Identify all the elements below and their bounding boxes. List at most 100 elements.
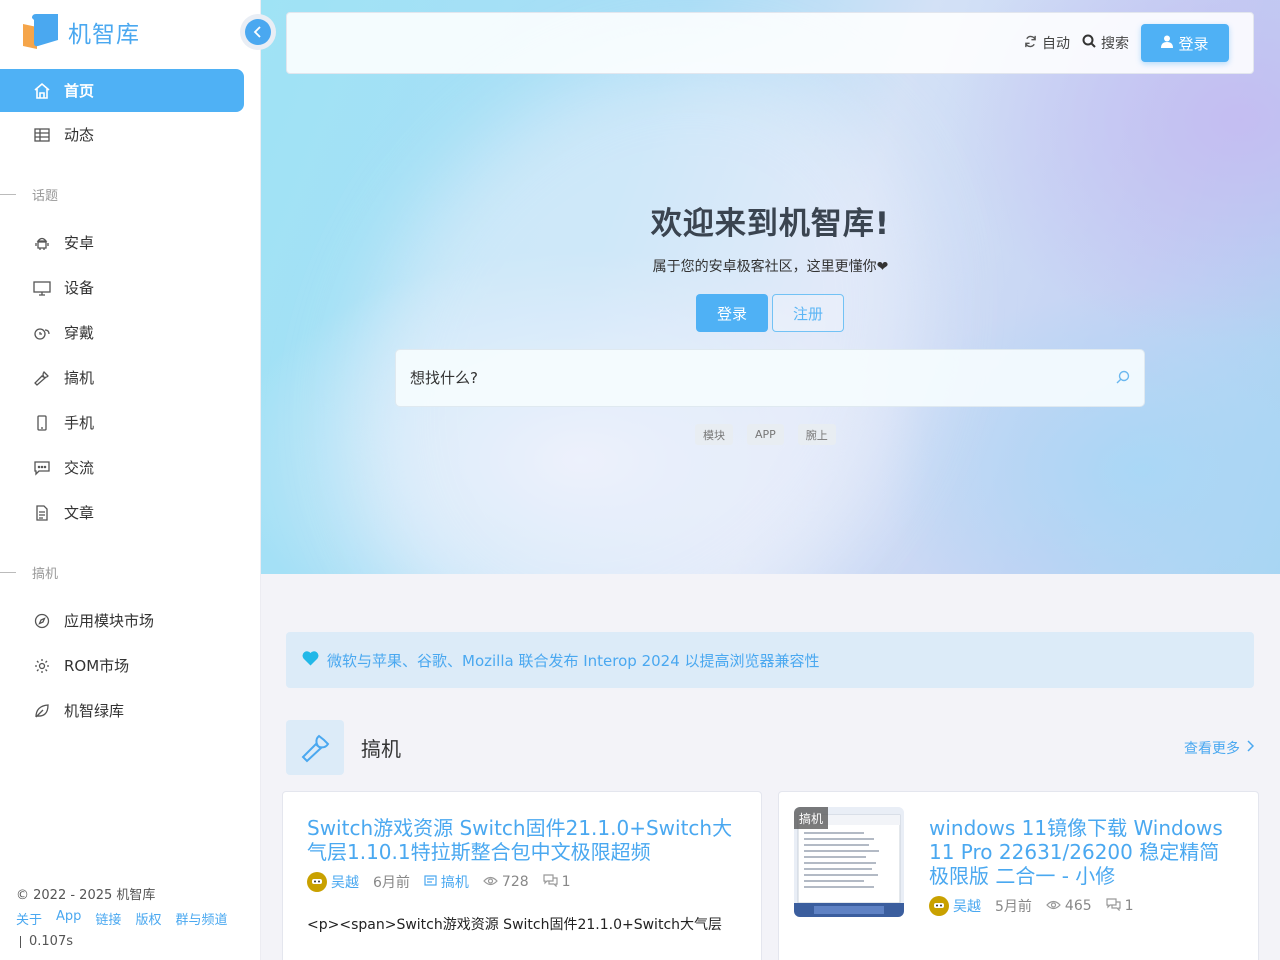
post-title[interactable]: windows 11镜像下载 Windows 11 Pro 22631/2620… xyxy=(929,816,1239,888)
hero-tag[interactable]: APP xyxy=(747,424,784,445)
theme-toggle[interactable]: 自动 xyxy=(1024,33,1070,53)
sidebar-item-label: 安卓 xyxy=(64,234,95,252)
sidebar-item-label: 穿戴 xyxy=(64,324,95,342)
sidebar-item-label: 应用模块市场 xyxy=(64,612,155,630)
topbar-login-button[interactable]: 登录 xyxy=(1141,24,1229,62)
wrench-icon xyxy=(286,720,344,775)
hero-subtitle: 属于您的安卓极客社区，这里更懂你❤ xyxy=(652,259,889,275)
sidebar-item-label: 首页 xyxy=(64,82,95,100)
book-logo-icon xyxy=(20,12,60,52)
notice-text: 微软与苹果、谷歌、Mozilla 联合发布 Interop 2024 以提高浏览… xyxy=(327,651,820,670)
sidebar-item-green-library[interactable]: 机智绿库 xyxy=(0,689,244,732)
chat-icon xyxy=(32,458,52,478)
refresh-icon xyxy=(1024,35,1037,52)
footer-link-app[interactable]: App xyxy=(56,909,81,928)
footer-link-links[interactable]: 链接 xyxy=(95,909,121,928)
table-icon xyxy=(32,125,52,145)
hero-login-button[interactable]: 登录 xyxy=(696,294,768,332)
post-title[interactable]: Switch游戏资源 Switch固件21.1.0+Switch大气层1.10.… xyxy=(307,816,737,864)
home-icon xyxy=(32,81,52,101)
sidebar-item-wearables[interactable]: 穿戴 xyxy=(0,311,244,354)
sidebar-collapse-button[interactable] xyxy=(240,14,276,50)
sidebar-item-rom-market[interactable]: ROM市场 xyxy=(0,644,244,687)
hero-register-button[interactable]: 注册 xyxy=(772,294,844,332)
footer-links: 关于 App 链接 版权 群与频道 xyxy=(16,909,227,928)
avatar xyxy=(307,872,327,892)
post-card[interactable]: 搞机 windows 11镜像下载 Windows 11 Pro 22631/2… xyxy=(778,791,1259,960)
hero-tag[interactable]: 腕上 xyxy=(797,424,836,445)
user-icon xyxy=(1161,34,1174,52)
search-input[interactable] xyxy=(410,369,1116,387)
section-title: 搞机 xyxy=(361,737,401,761)
post-meta: 吴越 5月前 465 1 xyxy=(929,896,1239,916)
sidebar-item-android[interactable]: 安卓 xyxy=(0,221,244,264)
search-icon xyxy=(1082,34,1096,52)
hero-banner xyxy=(261,0,1280,574)
document-icon xyxy=(32,503,52,523)
top-bar: 自动 搜索 登录 xyxy=(286,12,1254,74)
hero-title: 欢迎来到机智库! xyxy=(650,206,891,242)
footer-link-about[interactable]: 关于 xyxy=(16,909,42,928)
sidebar-item-label: ROM市场 xyxy=(64,657,130,675)
sidebar-item-discussion[interactable]: 交流 xyxy=(0,446,244,489)
copyright: © 2022 - 2025 机智库 xyxy=(16,888,156,903)
thumbnail-category-tag: 搞机 xyxy=(794,807,829,829)
eye-icon xyxy=(1046,898,1061,914)
post-author[interactable]: 吴越 xyxy=(307,872,359,892)
brand[interactable]: 机智库 xyxy=(20,12,140,52)
post-time: 6月前 xyxy=(373,875,410,891)
sidebar-item-feed[interactable]: 动态 xyxy=(0,113,244,156)
post-card[interactable]: Switch游戏资源 Switch固件21.1.0+Switch大气层1.10.… xyxy=(282,791,762,960)
sidebar-item-label: 机智绿库 xyxy=(64,702,125,720)
sidebar-item-label: 文章 xyxy=(64,504,95,522)
sidebar-item-label: 搞机 xyxy=(64,369,95,387)
chevron-left-icon xyxy=(253,23,263,42)
sidebar-item-module-market[interactable]: 应用模块市场 xyxy=(0,599,244,642)
gear-icon xyxy=(32,656,52,676)
hero-search-box xyxy=(395,349,1145,407)
sidebar-item-label: 设备 xyxy=(64,279,95,297)
section-header: 搞机 查看更多 xyxy=(286,720,1255,775)
sidebar-item-phone[interactable]: 手机 xyxy=(0,401,244,444)
sidebar-footer: © 2022 - 2025 机智库 关于 App 链接 版权 群与频道 0.10… xyxy=(16,884,227,949)
sidebar-item-label: 动态 xyxy=(64,126,95,144)
footer-link-groups[interactable]: 群与频道 xyxy=(175,909,227,928)
eye-icon xyxy=(483,874,498,890)
sidebar-item-home[interactable]: 首页 xyxy=(0,69,244,112)
comment-icon xyxy=(543,873,558,891)
hero-tag[interactable]: 模块 xyxy=(695,424,733,445)
see-more-link[interactable]: 查看更多 xyxy=(1184,738,1255,758)
post-comments: 1 xyxy=(543,873,571,891)
footer-link-copyright[interactable]: 版权 xyxy=(135,909,161,928)
sidebar-section-topics: 话题 xyxy=(0,184,58,204)
post-author[interactable]: 吴越 xyxy=(929,896,981,916)
sidebar-item-label: 手机 xyxy=(64,414,95,432)
avatar xyxy=(929,896,949,916)
sidebar-item-devices[interactable]: 设备 xyxy=(0,266,244,309)
page-timing: 0.107s xyxy=(16,934,227,949)
sidebar-section-tinker: 搞机 xyxy=(0,562,58,582)
post-excerpt: <p><span>Switch游戏资源 Switch固件21.1.0+Switc… xyxy=(307,917,723,933)
watch-icon xyxy=(32,323,52,343)
brand-name: 机智库 xyxy=(68,22,140,48)
sidebar-item-articles[interactable]: 文章 xyxy=(0,491,244,534)
post-comments: 1 xyxy=(1106,897,1134,915)
category-icon xyxy=(424,874,437,890)
search-link[interactable]: 搜索 xyxy=(1082,33,1129,53)
hero-tags: 模块 APP 腕上 xyxy=(695,424,836,445)
hero-buttons: 登录 注册 xyxy=(696,294,844,332)
search-icon[interactable] xyxy=(1116,369,1130,388)
leaf-icon xyxy=(32,701,52,721)
sidebar-item-tinker[interactable]: 搞机 xyxy=(0,356,244,399)
chevron-right-icon xyxy=(1246,739,1255,756)
wrench-icon xyxy=(32,368,52,388)
notice-bar[interactable]: 微软与苹果、谷歌、Mozilla 联合发布 Interop 2024 以提高浏览… xyxy=(286,632,1254,688)
post-meta: 吴越 6月前 搞机 728 1 xyxy=(307,872,737,892)
compass-icon xyxy=(32,611,52,631)
post-category[interactable]: 搞机 xyxy=(424,872,469,892)
post-thumbnail[interactable]: 搞机 xyxy=(794,807,904,917)
post-time: 5月前 xyxy=(995,899,1032,915)
heart-icon xyxy=(302,650,319,670)
sidebar-item-label: 交流 xyxy=(64,459,95,477)
phone-icon xyxy=(32,413,52,433)
